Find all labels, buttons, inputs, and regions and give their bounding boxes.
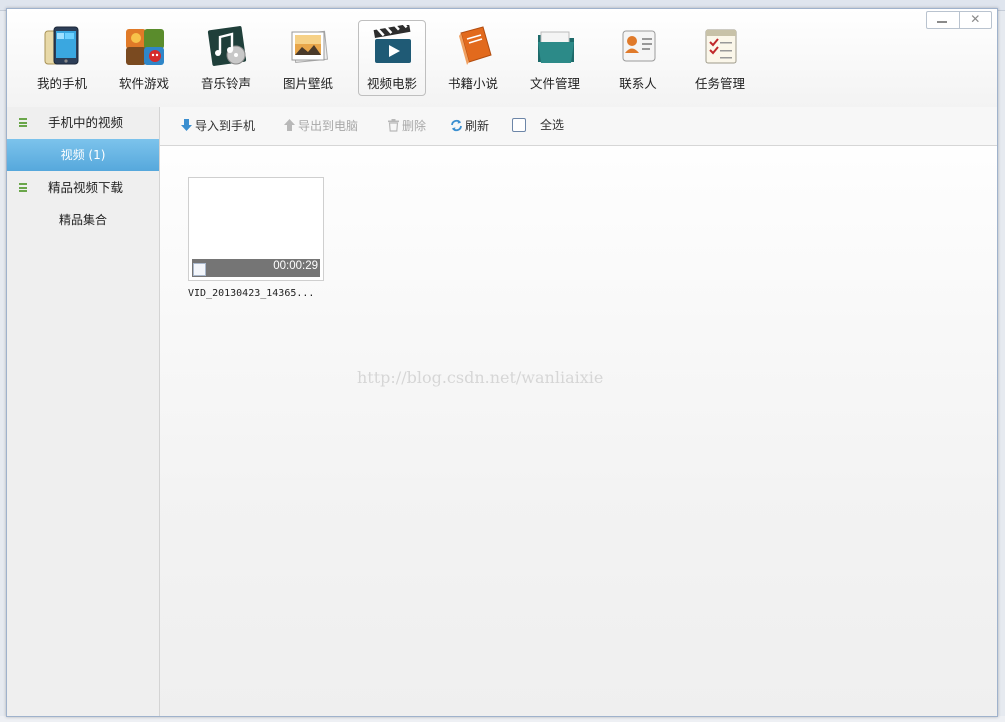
book-icon	[459, 26, 492, 65]
nav-file-manager[interactable]: 文件管理	[522, 21, 588, 93]
arrow-down-icon	[181, 119, 192, 131]
button-label: 导入到手机	[195, 119, 256, 133]
nav-label: 视频电影	[366, 76, 417, 91]
contact-card-icon	[622, 30, 656, 62]
nav-label: 音乐铃声	[200, 76, 251, 91]
refresh-icon	[451, 119, 462, 132]
nav-label: 联系人	[619, 76, 657, 91]
video-duration: 00:00:29	[273, 260, 318, 272]
video-filename: VID_20130423_14365...	[188, 288, 315, 299]
minimize-button[interactable]	[927, 12, 959, 28]
sidebar: 手机中的视频 视频 (1) 精品视频下载 精品集合	[7, 107, 160, 716]
trash-icon	[388, 119, 399, 132]
folder-icon	[538, 31, 574, 63]
video-thumbnail[interactable]: 00:00:29	[188, 177, 324, 281]
video-info-bar: 00:00:29	[192, 259, 320, 277]
nav-label: 书籍小说	[447, 76, 498, 91]
select-all-label[interactable]: 全选	[540, 116, 564, 133]
nav-my-phone[interactable]: 我的手机	[29, 21, 95, 93]
button-label: 删除	[402, 119, 427, 133]
select-all-checkbox[interactable]	[512, 118, 526, 132]
sidebar-group-featured-downloads[interactable]: 精品视频下载	[7, 172, 159, 204]
close-icon: ✕	[970, 12, 981, 26]
sidebar-item-collection[interactable]: 精品集合	[7, 204, 159, 236]
nav-task-manager[interactable]: 任务管理	[687, 21, 753, 93]
clapperboard-icon	[373, 25, 411, 63]
list-bullet-icon	[19, 118, 27, 127]
checklist-icon	[705, 29, 737, 64]
apps-games-icon	[126, 29, 164, 65]
nav-pictures-wallpapers[interactable]: 图片壁纸	[275, 21, 341, 93]
sidebar-item-videos[interactable]: 视频 (1)	[7, 139, 159, 171]
nav-label: 软件游戏	[118, 76, 169, 91]
sidebar-group-label: 精品视频下载	[48, 180, 124, 195]
phone-icon	[44, 26, 79, 65]
list-bullet-icon	[19, 183, 27, 192]
nav-label: 图片壁纸	[282, 76, 333, 91]
close-button[interactable]: ✕	[958, 12, 992, 28]
sidebar-group-phone-videos[interactable]: 手机中的视频	[7, 107, 159, 139]
window-controls: ✕	[926, 11, 992, 29]
button-label: 导出到电脑	[298, 119, 359, 133]
toolbar: 导入到手机 导出到电脑 删除 刷新 全选	[160, 107, 997, 146]
content-area: 00:00:29 VID_20130423_14365... http://bl…	[160, 146, 997, 716]
video-select-checkbox[interactable]	[193, 263, 206, 276]
nav-music-ringtones[interactable]: 音乐铃声	[193, 21, 259, 93]
button-label: 刷新	[465, 119, 490, 133]
nav-label: 任务管理	[694, 76, 745, 91]
nav-contacts[interactable]: 联系人	[605, 21, 671, 93]
nav-videos-movies[interactable]: 视频电影	[358, 20, 426, 96]
watermark-text: http://blog.csdn.net/wanliaixie	[357, 368, 604, 387]
nav-apps-games[interactable]: 软件游戏	[111, 21, 177, 93]
music-note-icon	[207, 26, 247, 66]
nav-books-novels[interactable]: 书籍小说	[440, 21, 506, 93]
photo-icon	[291, 30, 329, 64]
nav-label: 我的手机	[36, 76, 87, 91]
top-nav-bar: ✕ 我的手机 软件游戏 音乐铃声 图片壁纸 视频电影 书籍小说 文件管理 联系人…	[7, 9, 997, 108]
sidebar-group-label: 手机中的视频	[48, 115, 124, 130]
nav-label: 文件管理	[529, 76, 580, 91]
minimize-icon	[937, 21, 947, 23]
arrow-up-icon	[284, 119, 295, 131]
app-window: ✕ 我的手机 软件游戏 音乐铃声 图片壁纸 视频电影 书籍小说 文件管理 联系人…	[6, 8, 998, 717]
